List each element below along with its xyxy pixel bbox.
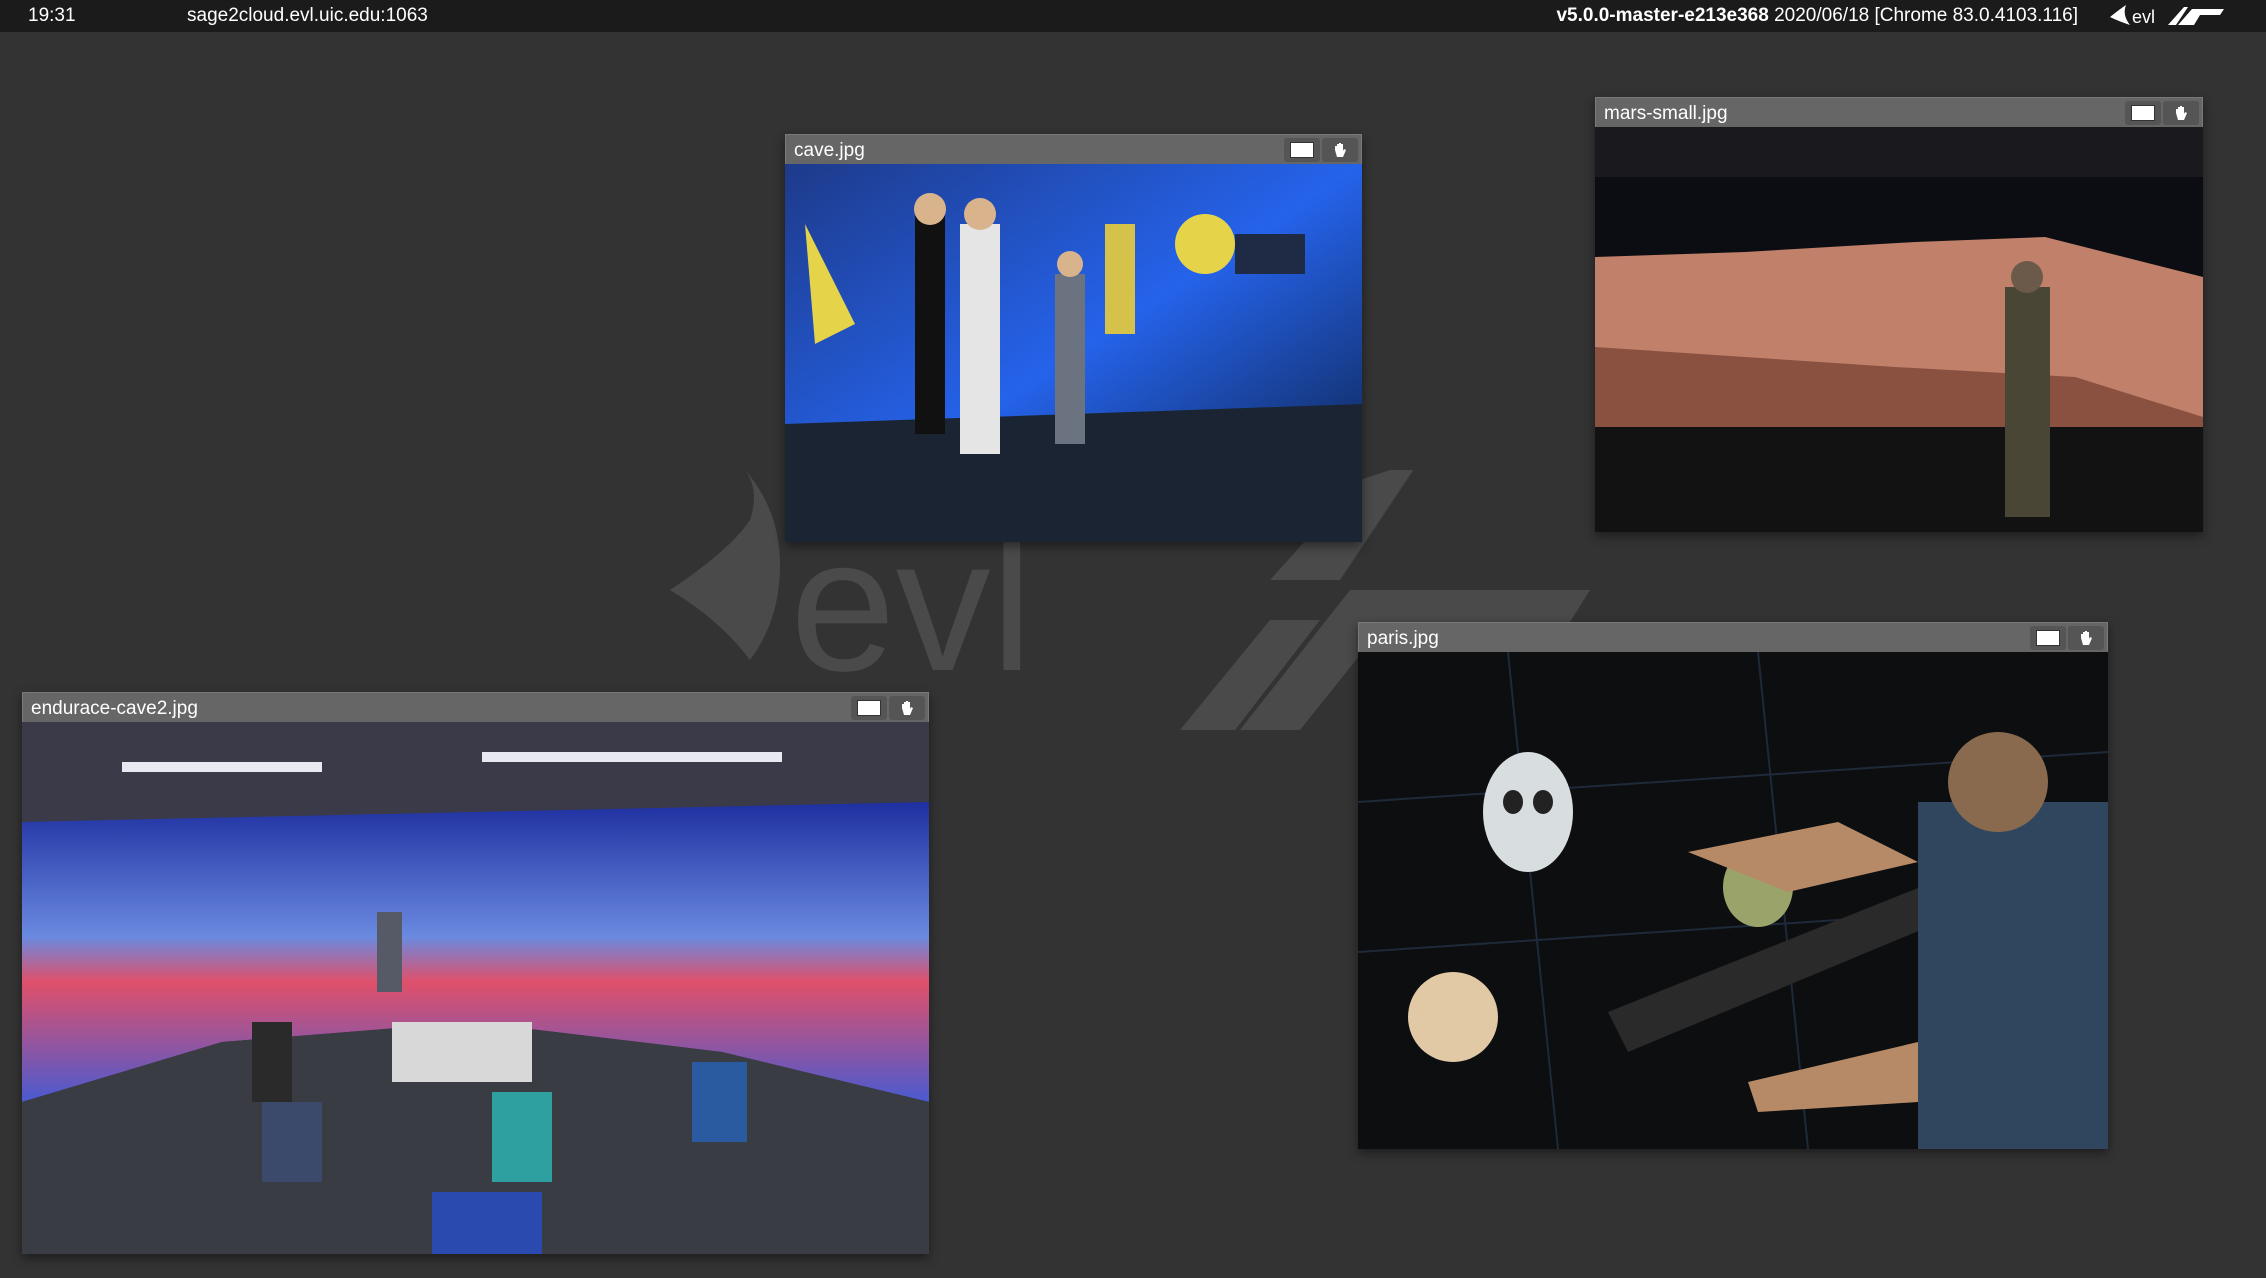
window-title: mars-small.jpg <box>1604 103 1728 124</box>
close-button[interactable] <box>889 696 925 720</box>
window-titlebar[interactable]: paris.jpg <box>1358 622 2108 652</box>
window-titlebar[interactable]: cave.jpg <box>785 134 1362 164</box>
endurance-image <box>22 722 929 1254</box>
hand-close-icon <box>2176 106 2187 120</box>
app-window-endurance[interactable]: endurace-cave2.jpg <box>22 692 929 1254</box>
window-titlebar[interactable]: endurace-cave2.jpg <box>22 692 929 722</box>
app-window-cave[interactable]: cave.jpg <box>785 134 1362 542</box>
app-window-paris[interactable]: paris.jpg <box>1358 622 2108 1149</box>
app-window-mars[interactable]: mars-small.jpg <box>1595 97 2203 532</box>
sage2-display: 19:31 sage2cloud.evl.uic.edu:1063 v5.0.0… <box>0 0 2266 1278</box>
fullscreen-button[interactable] <box>2030 626 2066 650</box>
window-title: endurace-cave2.jpg <box>31 698 198 719</box>
server-address: sage2cloud.evl.uic.edu:1063 <box>187 5 428 26</box>
close-button[interactable] <box>2163 101 2199 125</box>
clock: 19:31 <box>28 5 76 26</box>
close-button[interactable] <box>2068 626 2104 650</box>
window-title: paris.jpg <box>1367 628 1439 649</box>
hand-close-icon <box>902 701 913 715</box>
version-details: 2020/06/18 [Chrome 83.0.4103.116] <box>1768 5 2078 26</box>
fullscreen-button[interactable] <box>1284 138 1320 162</box>
top-menu-bar: 19:31 sage2cloud.evl.uic.edu:1063 v5.0.0… <box>0 0 2266 32</box>
evl-logo-icon: evl <box>2110 5 2224 27</box>
window-title: cave.jpg <box>794 140 865 161</box>
window-titlebar[interactable]: mars-small.jpg <box>1595 97 2203 127</box>
paris-image <box>1358 652 2108 1149</box>
hand-close-icon <box>1335 143 1346 157</box>
svg-text:evl: evl <box>2132 7 2155 27</box>
hand-close-icon <box>2081 631 2092 645</box>
fullscreen-button[interactable] <box>851 696 887 720</box>
close-button[interactable] <box>1322 138 1358 162</box>
fullscreen-button[interactable] <box>2125 101 2161 125</box>
cave-image <box>785 164 1362 542</box>
version-number: v5.0.0-master-e213e368 <box>1556 5 1769 26</box>
mars-image <box>1595 127 2203 532</box>
version-info: v5.0.0-master-e213e368 2020/06/18 [Chrom… <box>1556 5 2078 27</box>
